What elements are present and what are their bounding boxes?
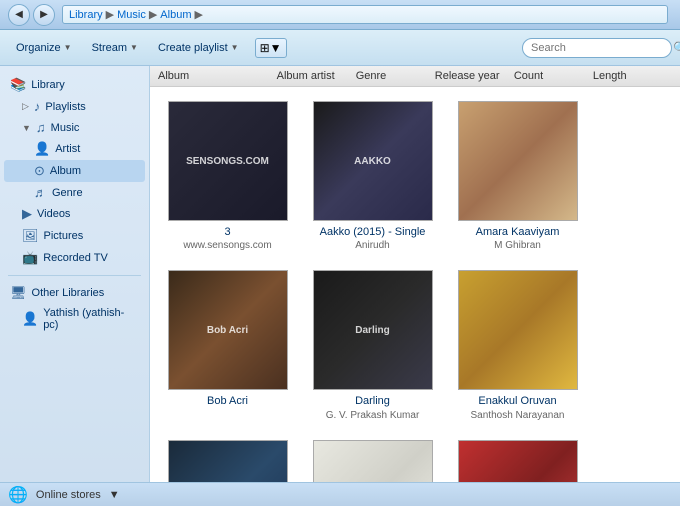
pictures-icon: 🖼 (22, 228, 39, 244)
content-area: Album Album artist Genre Release year Co… (150, 66, 680, 482)
album-title: Enakkul Oruvan (478, 394, 556, 408)
col-length[interactable]: Length (593, 70, 672, 82)
album-title: 3 (224, 225, 230, 239)
col-album[interactable]: Album (158, 70, 277, 82)
back-button[interactable]: ◀ (8, 4, 30, 26)
col-genre[interactable]: Genre (356, 70, 435, 82)
album-artist: Anirudh (355, 239, 389, 252)
album-cover (458, 270, 578, 390)
breadcrumb[interactable]: Library ▶ Music ▶ Album ▶ (62, 5, 668, 24)
cover-text: Bob Acri (203, 321, 252, 340)
album-title: Darling (355, 394, 390, 408)
sidebar: 📚 Library ▷ ♪ Playlists ▼ ♫ Music 👤 Arti… (0, 66, 150, 482)
album-cover: Darling (313, 270, 433, 390)
sidebar-item-other-libraries[interactable]: 🖥 Other Libraries (4, 282, 145, 304)
online-stores-label[interactable]: Online stores (36, 489, 101, 501)
playlist-arrow-icon: ▼ (231, 43, 239, 52)
artist-icon: 👤 (34, 141, 50, 157)
recorded-tv-icon: 📺 (22, 250, 38, 266)
breadcrumb-music[interactable]: Music (117, 9, 146, 21)
music-icon: ♫ (36, 120, 46, 135)
album-artist: M Ghibran (494, 239, 541, 252)
album-title: Bob Acri (207, 394, 248, 408)
playlists-expand-icon: ▷ (22, 101, 29, 112)
view-toggle[interactable]: ⊞ ▼ (255, 38, 287, 58)
album-cover (458, 101, 578, 221)
album-item[interactable]: Ethir Neechal - Tamilanda.com (160, 436, 295, 482)
stream-arrow-icon: ▼ (130, 43, 138, 52)
sidebar-divider (8, 275, 141, 276)
sidebar-item-pictures[interactable]: 🖼 Pictures (4, 225, 145, 247)
title-bar: ◀ ▶ Library ▶ Music ▶ Album ▶ (0, 0, 680, 30)
view-icon: ⊞ (260, 41, 270, 55)
album-item[interactable]: Bob Acri Bob Acri (160, 266, 295, 425)
album-artist: Santhosh Narayanan (471, 409, 565, 422)
cover-text: AAKKO (350, 152, 395, 171)
videos-icon: ▶ (22, 206, 32, 222)
online-stores-arrow[interactable]: ▼ (109, 489, 120, 501)
toolbar: Organize ▼ Stream ▼ Create playlist ▼ ⊞ … (0, 30, 680, 66)
search-icon[interactable]: 🔍 (673, 41, 680, 55)
sidebar-item-user[interactable]: 👤 Yathish (yathish-pc) (4, 304, 145, 334)
cover-text (514, 157, 522, 165)
cover-text: SENSONGS.COM (182, 152, 273, 171)
music-expand-icon: ▼ (22, 123, 31, 133)
online-stores-icon: 🌐 (8, 485, 28, 505)
album-artist: www.sensongs.com (183, 239, 271, 252)
sidebar-item-library[interactable]: 📚 Library (4, 74, 145, 96)
user-icon: 👤 (22, 311, 38, 327)
album-artist: G. V. Prakash Kumar (326, 409, 420, 422)
status-bar: 🌐 Online stores ▼ (0, 482, 680, 506)
album-cover: Bob Acri (168, 270, 288, 390)
library-icon: 📚 (10, 77, 26, 93)
album-cover (168, 440, 288, 482)
col-release-year[interactable]: Release year (435, 70, 514, 82)
album-item[interactable]: AAKKO Aakko (2015) - Single Anirudh (305, 97, 440, 256)
cover-text (514, 326, 522, 334)
breadcrumb-library[interactable]: Library (69, 9, 103, 21)
album-title: Aakko (2015) - Single (320, 225, 426, 239)
albums-grid: SENSONGS.COM 3 www.sensongs.com AAKKO Aa… (150, 87, 680, 482)
sidebar-item-album[interactable]: ⊙ Album (4, 160, 145, 182)
sidebar-item-artist[interactable]: 👤 Artist (4, 138, 145, 160)
album-item[interactable]: Kakki Sattai Anirudh Ravichander (450, 436, 585, 482)
col-album-artist[interactable]: Album artist (277, 70, 356, 82)
col-count[interactable]: Count (514, 70, 593, 82)
album-item[interactable]: RICHARD STOLTZMAN Fine Music, Vol. 1 Ric… (305, 436, 440, 482)
organize-button[interactable]: Organize ▼ (8, 39, 80, 57)
album-icon: ⊙ (34, 163, 45, 179)
other-libraries-icon: 🖥 (10, 285, 27, 301)
forward-button[interactable]: ▶ (33, 4, 55, 26)
album-item[interactable]: Enakkul Oruvan Santhosh Narayanan (450, 266, 585, 425)
album-item[interactable]: Darling Darling G. V. Prakash Kumar (305, 266, 440, 425)
sidebar-item-playlists[interactable]: ▷ ♪ Playlists (4, 96, 145, 117)
sidebar-item-recorded-tv[interactable]: 📺 Recorded TV (4, 247, 145, 269)
album-item[interactable]: Amara Kaaviyam M Ghibran (450, 97, 585, 256)
breadcrumb-album[interactable]: Album (160, 9, 191, 21)
album-title: Amara Kaaviyam (476, 225, 560, 239)
genre-icon: ♬ (34, 185, 47, 200)
sidebar-item-videos[interactable]: ▶ Videos (4, 203, 145, 225)
column-headers: Album Album artist Genre Release year Co… (150, 66, 680, 87)
cover-text: Darling (351, 321, 393, 340)
sidebar-item-genre[interactable]: ♬ Genre (4, 182, 145, 203)
album-cover: RICHARD STOLTZMAN (313, 440, 433, 482)
album-cover: SENSONGS.COM (168, 101, 288, 221)
playlists-icon: ♪ (34, 99, 41, 114)
organize-arrow-icon: ▼ (64, 43, 72, 52)
stream-button[interactable]: Stream ▼ (84, 39, 146, 57)
search-box: 🔍 (522, 38, 672, 58)
sidebar-item-music[interactable]: ▼ ♫ Music (4, 117, 145, 138)
album-cover: AAKKO (313, 101, 433, 221)
create-playlist-button[interactable]: Create playlist ▼ (150, 39, 247, 57)
main-layout: 📚 Library ▷ ♪ Playlists ▼ ♫ Music 👤 Arti… (0, 66, 680, 482)
album-item[interactable]: SENSONGS.COM 3 www.sensongs.com (160, 97, 295, 256)
view-arrow-icon: ▼ (270, 41, 282, 55)
album-cover (458, 440, 578, 482)
search-input[interactable] (531, 42, 673, 54)
